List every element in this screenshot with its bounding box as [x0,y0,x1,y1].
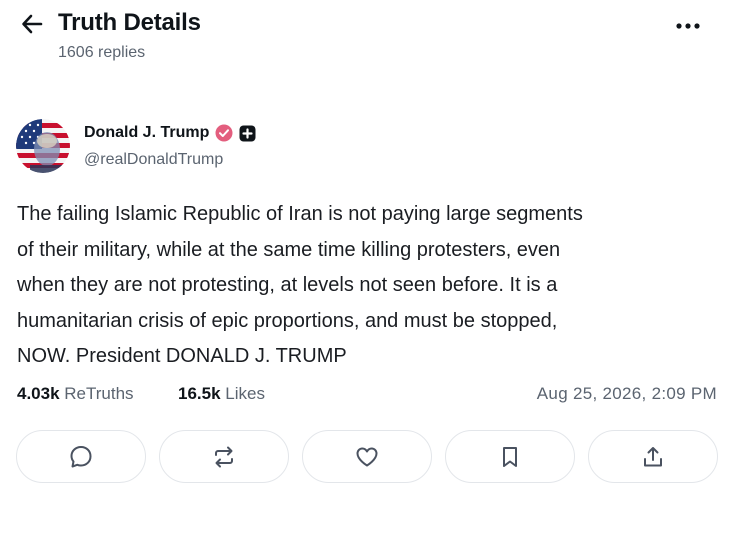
post-line: The failing Islamic Republic of Iran is … [17,203,583,225]
arrow-left-icon [22,14,43,34]
post-stats: 4.03k ReTruths 16.5k Likes Aug 25, 2026,… [17,384,717,410]
post-line: NOW. President DONALD J. TRUMP [17,345,347,367]
post-line: of their military, while at the same tim… [17,238,561,261]
likes-count: 16.5k [178,384,221,403]
more-horizontal-icon [676,23,700,29]
verified-badge-icon [215,124,233,142]
back-button[interactable] [16,10,48,38]
share-button[interactable] [588,430,718,483]
comment-icon [70,445,92,467]
post-line: humanitarian crisis of epic proportions,… [17,309,558,332]
retruths-count: 4.03k [17,384,60,403]
post-author: Donald J. Trump @realDonaldTrump [16,119,716,175]
page-header: Truth Details 1606 replies [0,0,734,80]
retruth-button[interactable] [159,430,289,483]
display-name[interactable]: Donald J. Trump [84,124,209,142]
bookmark-icon [503,446,517,467]
page-title: Truth Details [58,9,201,36]
bookmark-button[interactable] [445,430,575,483]
display-name-row: Donald J. Trump [84,124,256,142]
post-timestamp: Aug 25, 2026, 2:09 PM [536,384,717,403]
likes-label: Likes [225,384,265,403]
plus-badge-icon [239,125,256,141]
repost-icon [215,446,233,467]
post-body: The failing Islamic Republic of Iran is … [17,197,717,375]
reply-button[interactable] [16,430,146,483]
like-button[interactable] [302,430,432,483]
reply-count: 1606 replies [58,44,146,61]
heart-icon [356,447,378,466]
action-bar [16,430,718,483]
likes-stat[interactable]: 16.5k Likes [178,384,265,404]
share-icon [644,446,662,466]
user-handle[interactable]: @realDonaldTrump [84,151,223,169]
retruths-stat[interactable]: 4.03k ReTruths [17,384,134,404]
more-options-button[interactable] [670,12,706,40]
retruths-label: ReTruths [64,384,134,403]
post-line: when they are not protesting, at levels … [17,274,558,296]
avatar[interactable] [16,119,70,173]
